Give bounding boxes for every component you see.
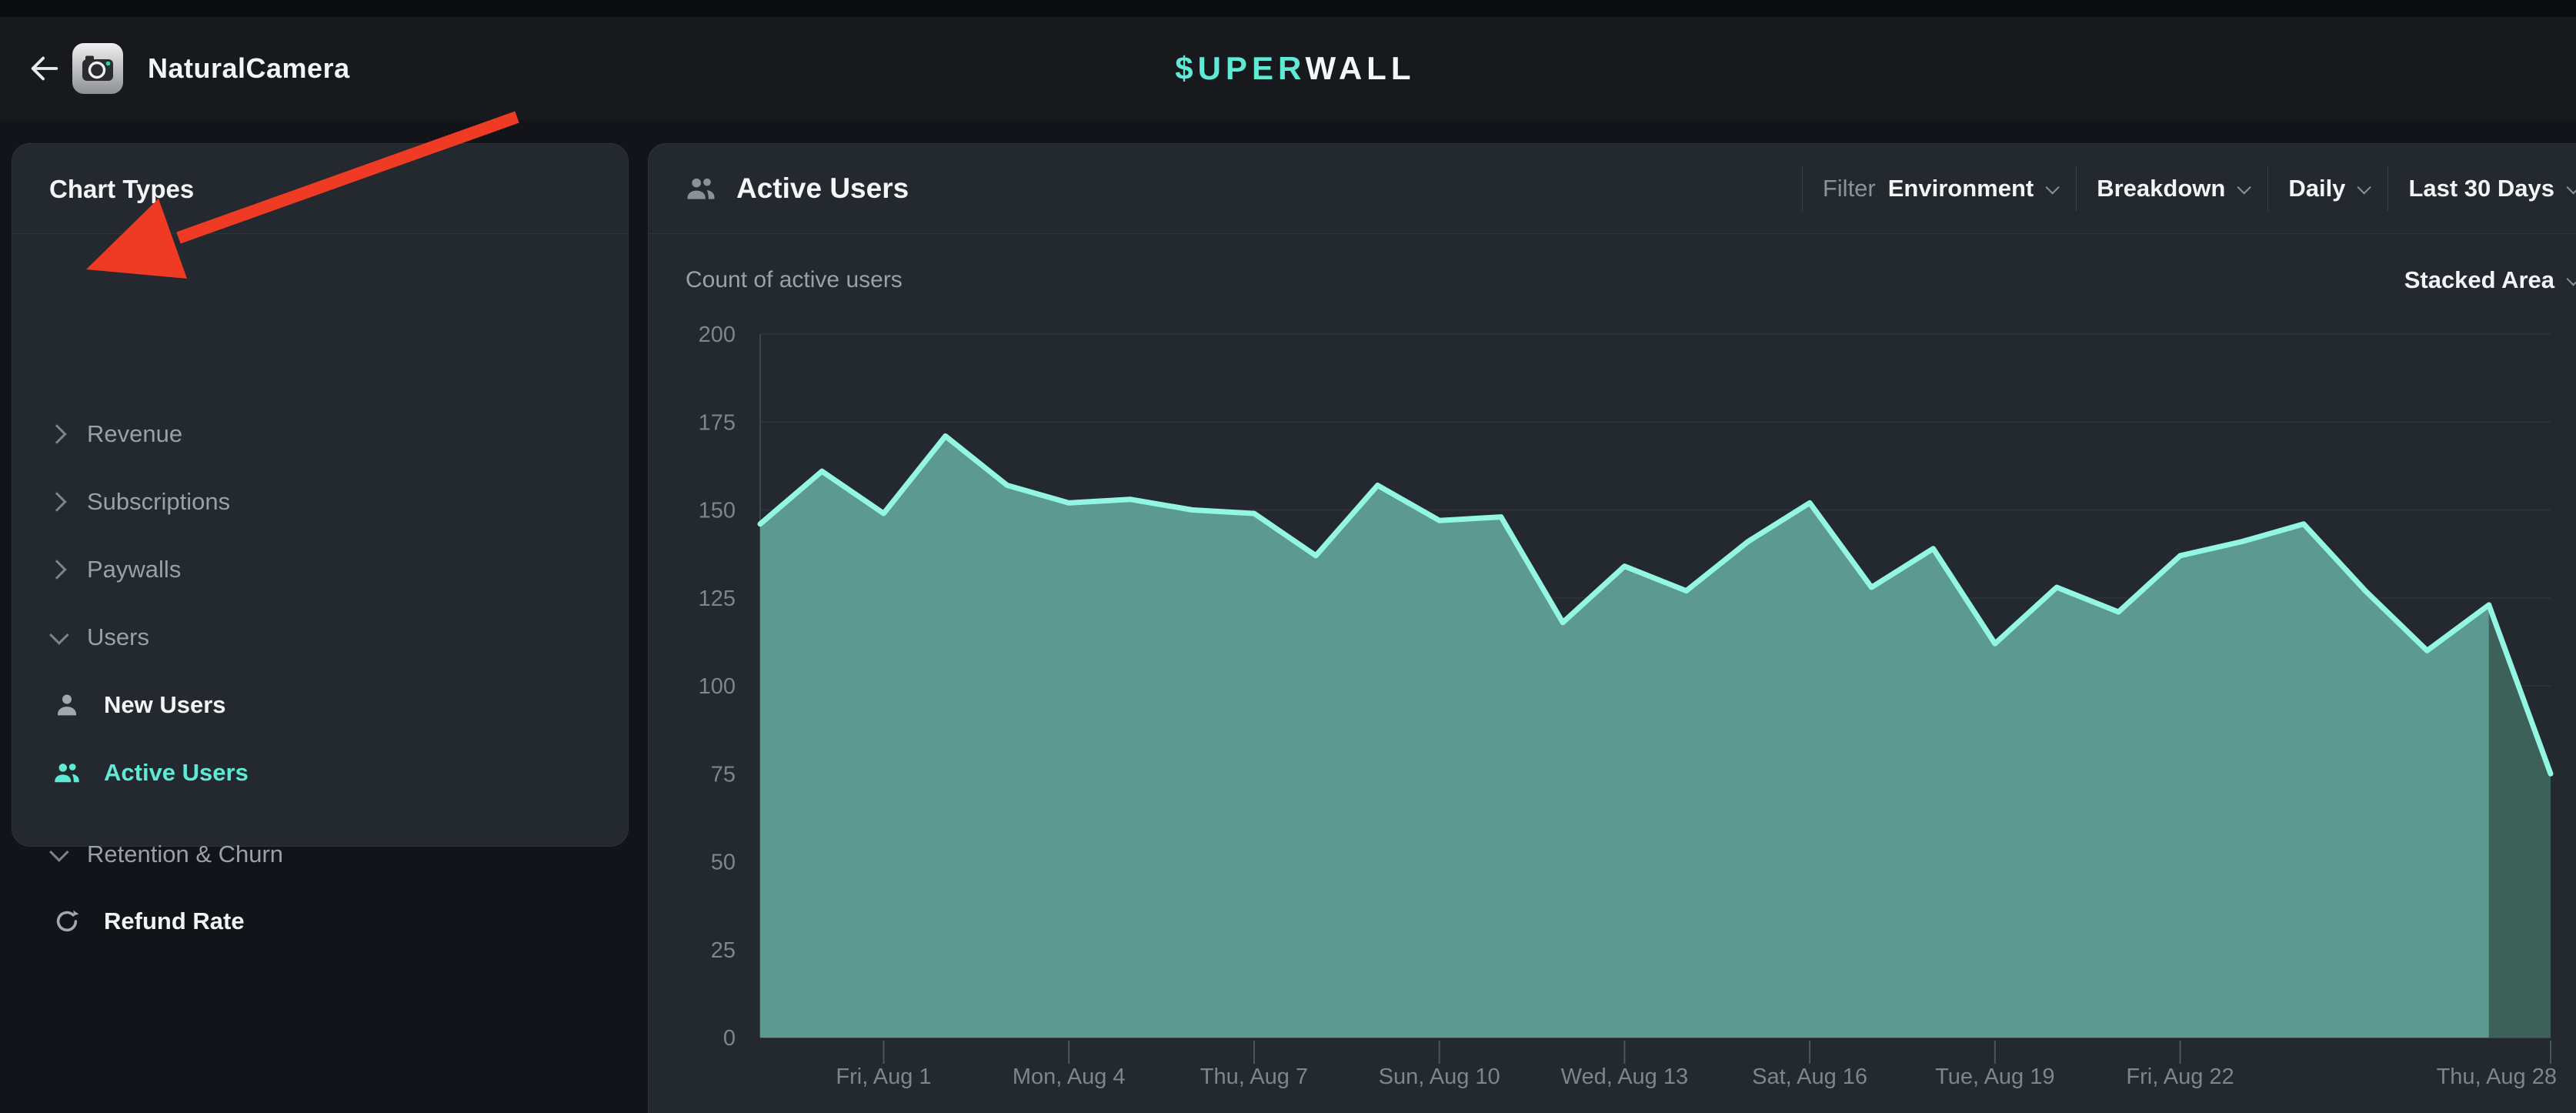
chart-subheader: Count of active users Stacked Area — [649, 234, 2576, 326]
back-button[interactable] — [26, 50, 63, 87]
date-range-dropdown[interactable]: Last 30 Days — [2408, 175, 2576, 202]
item-label: New Users — [104, 691, 226, 719]
logo-accent: $UPER — [1175, 50, 1305, 86]
sidebar-item-new-users[interactable]: New Users — [12, 671, 628, 739]
chart-subtitle: Count of active users — [686, 234, 903, 326]
chevron-down-icon — [2566, 272, 2576, 286]
sidebar-group-revenue[interactable]: Revenue — [12, 400, 628, 468]
item-label: Active Users — [104, 759, 249, 787]
active-users-panel: Active Users Filter Environment Breakdow… — [648, 143, 2576, 1113]
window-top-strip — [0, 0, 2576, 17]
sidebar-item-refund-rate[interactable]: Refund Rate — [12, 887, 628, 955]
toolbar-divider — [2076, 166, 2077, 211]
breakdown-dropdown[interactable]: Breakdown — [2097, 175, 2247, 202]
group-label: Users — [87, 623, 149, 651]
sidebar-group-subscriptions[interactable]: Subscriptions — [12, 468, 628, 536]
left-arrow-icon — [27, 51, 62, 86]
people-icon — [53, 759, 81, 787]
chevron-down-icon — [2566, 180, 2576, 194]
sidebar-group-paywalls[interactable]: Paywalls — [12, 536, 628, 603]
chart-type-value: Stacked Area — [2404, 266, 2554, 294]
item-label: Refund Rate — [104, 907, 245, 935]
environment-dropdown[interactable]: Environment — [1888, 175, 2056, 202]
app-root: NaturalCamera $UPERWALL Chart Types Reve… — [0, 0, 2576, 1113]
sidebar-group-users[interactable]: Users — [12, 603, 628, 671]
chart-type-dropdown[interactable]: Stacked Area — [2404, 234, 2576, 326]
superwall-logo: $UPERWALL — [1175, 50, 1415, 87]
environment-value: Environment — [1888, 175, 2034, 202]
toolbar-divider — [2387, 166, 2388, 211]
page-title: Active Users — [736, 172, 909, 205]
chart-types-sidebar: Chart Types Revenue Subscriptions Paywal… — [12, 143, 629, 847]
date-range-value: Last 30 Days — [2408, 175, 2554, 202]
interval-dropdown[interactable]: Daily — [2288, 175, 2367, 202]
top-bar: NaturalCamera $UPERWALL — [0, 17, 2576, 120]
group-label: Subscriptions — [87, 488, 230, 516]
toolbar-divider — [2267, 166, 2268, 211]
chevron-down-icon — [2046, 180, 2060, 194]
chevron-down-icon — [49, 625, 68, 644]
person-icon — [53, 691, 81, 719]
sidebar-divider — [12, 233, 628, 234]
chevron-right-icon — [47, 424, 66, 443]
breakdown-value: Breakdown — [2097, 175, 2225, 202]
chevron-right-icon — [47, 492, 66, 511]
sidebar-title: Chart Types — [49, 175, 194, 204]
group-label: Retention & Churn — [87, 841, 283, 868]
group-label: Paywalls — [87, 556, 181, 583]
app-title: NaturalCamera — [148, 52, 350, 85]
app-icon-camera — [72, 43, 123, 94]
chevron-right-icon — [47, 560, 66, 579]
group-label: Revenue — [87, 420, 182, 448]
toolbar-divider — [1802, 166, 1803, 211]
filter-label: Filter — [1823, 175, 1876, 202]
chevron-down-icon — [49, 842, 68, 861]
logo-rest: WALL — [1306, 50, 1416, 86]
people-icon — [686, 173, 716, 204]
chevron-down-icon — [2357, 180, 2371, 194]
filter-toolbar: Filter Environment Breakdown Daily La — [1782, 144, 2576, 233]
panel-header: Active Users Filter Environment Breakdow… — [649, 144, 2576, 233]
panel-title-row: Active Users — [686, 144, 909, 233]
refresh-icon — [53, 907, 81, 935]
sidebar-item-active-users[interactable]: Active Users — [12, 739, 628, 807]
interval-value: Daily — [2288, 175, 2345, 202]
sidebar-group-retention-churn[interactable]: Retention & Churn — [12, 821, 628, 888]
chevron-down-icon — [2237, 180, 2251, 194]
